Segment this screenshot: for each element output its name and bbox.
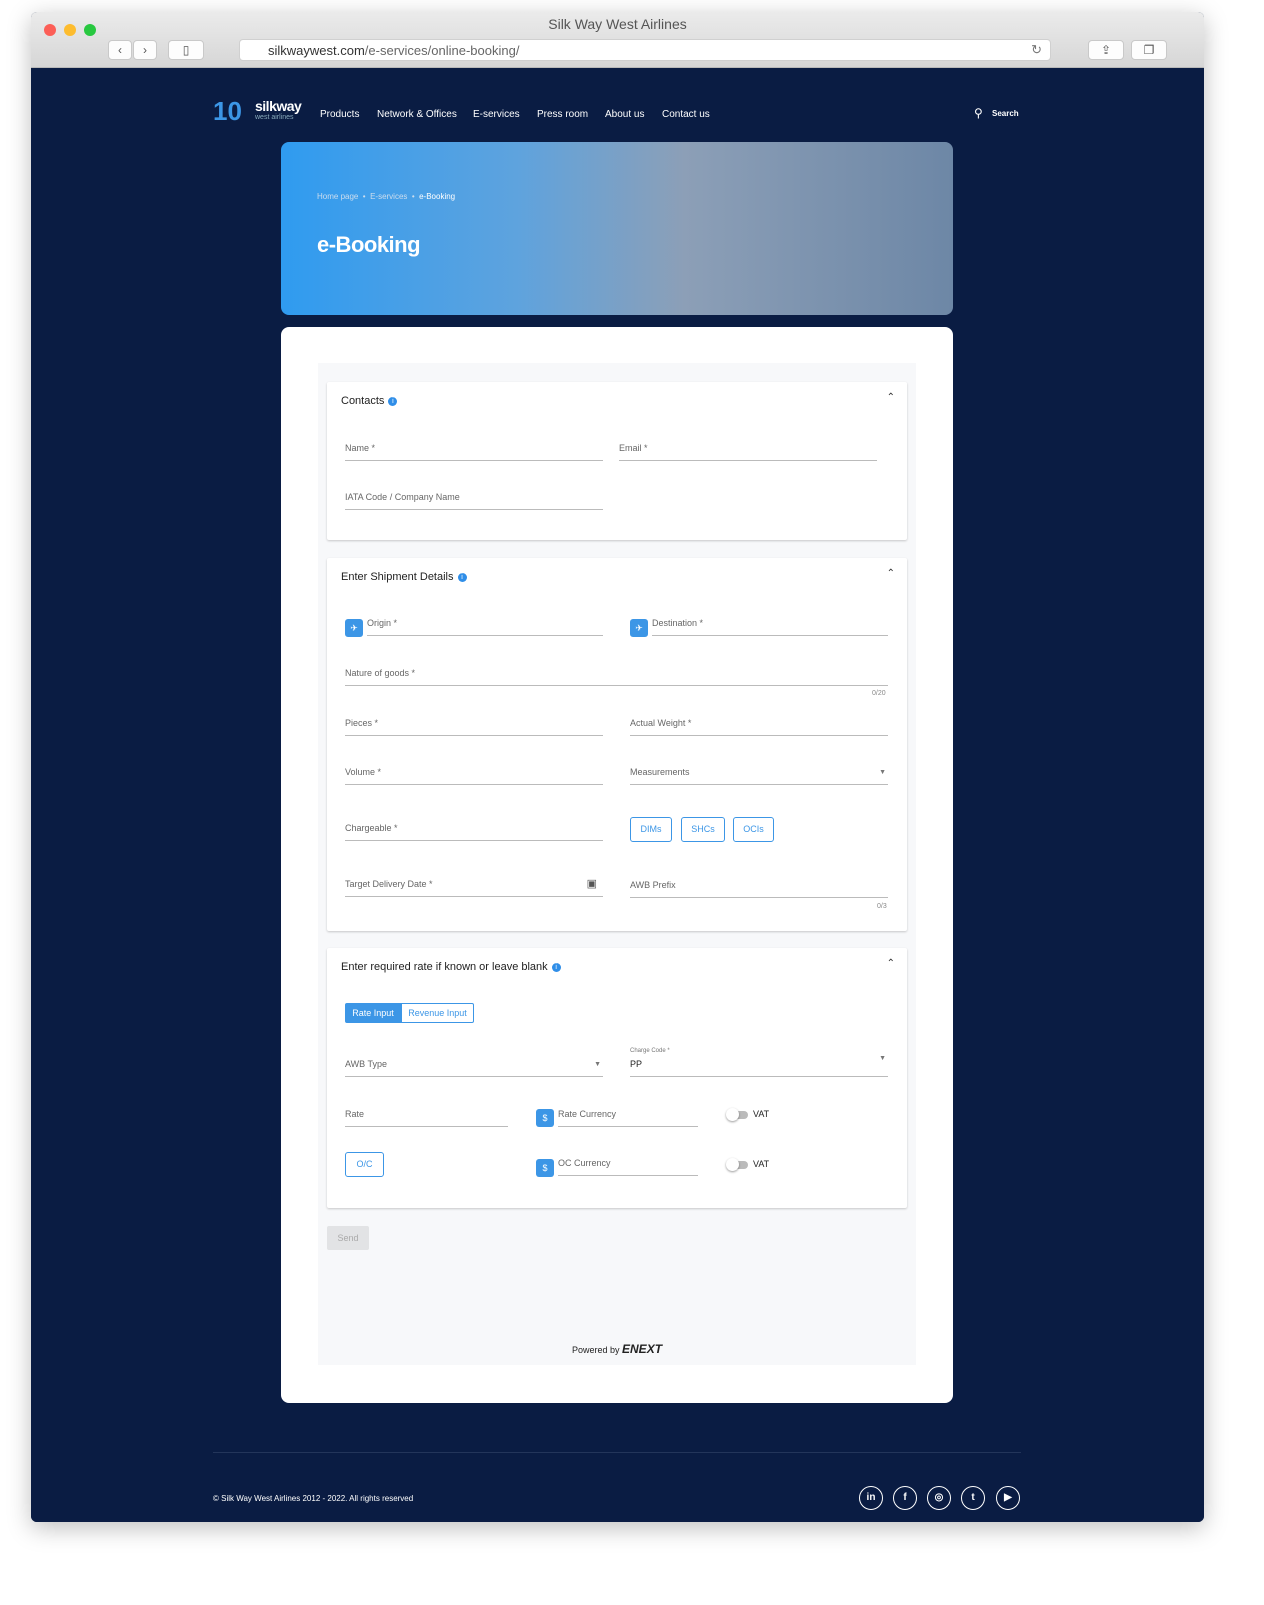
collapse-icon[interactable]: ⌃	[887, 392, 895, 403]
nav-contact-us[interactable]: Contact us	[662, 109, 710, 120]
logo[interactable]: 10 silkway west airlines	[213, 96, 303, 130]
enext-logo[interactable]: ENEXT	[622, 1342, 662, 1356]
facebook-icon[interactable]: f	[893, 1486, 917, 1510]
nav-products[interactable]: Products	[320, 109, 359, 120]
sidebar-icon[interactable]: ▯	[168, 40, 204, 60]
page-title: e-Booking	[317, 232, 421, 257]
browser-toolbar: Silk Way West Airlines ‹ › ▯ silkwaywest…	[31, 12, 1204, 68]
nav-network-offices[interactable]: Network & Offices	[377, 109, 457, 120]
collapse-icon[interactable]: ⌃	[887, 568, 895, 579]
nav-e-services[interactable]: E-services	[473, 109, 520, 120]
name-field[interactable]: Name *	[345, 443, 603, 461]
charge-code-value: PP	[630, 1059, 643, 1069]
breadcrumb-e-services[interactable]: E-services	[370, 192, 407, 201]
booking-card: Contacts i ⌃ Name * Email * IATA Code / C…	[281, 327, 953, 1403]
tab-rate-input[interactable]: Rate Input	[345, 1003, 401, 1023]
window-title: Silk Way West Airlines	[548, 16, 687, 32]
info-icon[interactable]: i	[551, 963, 561, 972]
volume-field[interactable]: Volume *	[345, 767, 603, 785]
dims-button[interactable]: DIMs	[630, 817, 672, 842]
email-field[interactable]: Email *	[619, 443, 877, 461]
youtube-icon[interactable]: ▶	[996, 1486, 1020, 1510]
vat-toggle[interactable]	[726, 1108, 748, 1121]
shcs-button[interactable]: SHCs	[681, 817, 725, 842]
plane-departure-icon: ✈	[345, 619, 363, 637]
charge-code-label: Charge Code *	[630, 1048, 670, 1054]
rate-section: Enter required rate if known or leave bl…	[327, 948, 907, 1208]
oc-vat-toggle[interactable]	[726, 1158, 748, 1171]
back-icon[interactable]: ‹	[108, 40, 132, 60]
iata-field[interactable]: IATA Code / Company Name	[345, 492, 603, 510]
section-title: Enter Shipment Details	[341, 571, 454, 583]
destination-field[interactable]: Destination *	[652, 618, 888, 636]
page: 10 silkway west airlines Products Networ…	[31, 68, 1204, 1522]
delivery-date-field[interactable]: Target Delivery Date * ▣	[345, 877, 603, 897]
caret-down-icon: ▼	[879, 769, 886, 776]
section-title: Enter required rate if known or leave bl…	[341, 961, 548, 973]
rate-field[interactable]: Rate	[345, 1109, 508, 1127]
nav-about-us[interactable]: About us	[605, 109, 644, 120]
plane-arrival-icon: ✈	[630, 619, 648, 637]
tabs-icon[interactable]: ❐	[1131, 40, 1167, 60]
awb-type-label: AWB Type	[345, 1059, 388, 1069]
instagram-icon[interactable]: ◎	[927, 1486, 951, 1510]
charge-code-select[interactable]: PP ▼	[630, 1055, 888, 1077]
measurements-select[interactable]: Measurements ▼	[630, 767, 888, 785]
shipment-section: Enter Shipment Details i ⌃ ✈ Origin * ✈ D…	[327, 558, 907, 931]
url-domain: silkwaywest.com	[268, 43, 365, 58]
caret-down-icon: ▼	[879, 1055, 886, 1062]
browser-window: Silk Way West Airlines ‹ › ▯ silkwaywest…	[31, 12, 1204, 1522]
caret-down-icon: ▼	[594, 1061, 601, 1068]
pieces-field[interactable]: Pieces *	[345, 718, 603, 736]
currency-icon: $	[536, 1159, 554, 1177]
nature-of-goods-field[interactable]: Nature of goods *	[345, 668, 888, 686]
tab-revenue-input[interactable]: Revenue Input	[401, 1003, 474, 1023]
currency-icon: $	[536, 1109, 554, 1127]
hero-banner: Home page • E-services • e-Booking e-Boo…	[281, 142, 953, 315]
awb-prefix-field[interactable]: AWB Prefix	[630, 880, 888, 898]
info-icon[interactable]: i	[457, 573, 467, 582]
awb-type-select[interactable]: AWB Type ▼	[345, 1059, 603, 1077]
collapse-icon[interactable]: ⌃	[887, 958, 895, 969]
logo-sub: west airlines	[255, 114, 294, 121]
section-title: Contacts i	[341, 395, 398, 407]
logo-years: 10	[213, 96, 242, 126]
breadcrumb: Home page • E-services • e-Booking	[317, 192, 456, 201]
awb-prefix-counter: 0/3	[877, 903, 887, 910]
breadcrumb-home[interactable]: Home page	[317, 192, 358, 201]
contacts-section: Contacts i ⌃ Name * Email * IATA Code / C…	[327, 382, 907, 540]
address-bar[interactable]: silkwaywest.com/e-services/online-bookin…	[239, 39, 1051, 61]
copyright: © Silk Way West Airlines 2012 - 2022. Al…	[213, 1494, 414, 1503]
nav-press-room[interactable]: Press room	[537, 109, 588, 120]
oc-vat-label: VAT	[753, 1159, 770, 1169]
oc-button[interactable]: O/C	[345, 1152, 384, 1177]
search-link[interactable]: Search	[992, 109, 1019, 118]
booking-form: Contacts i ⌃ Name * Email * IATA Code / C…	[318, 363, 916, 1365]
search-icon[interactable]: ⚲	[974, 106, 983, 120]
footer-divider	[213, 1452, 1021, 1453]
oc-currency-field[interactable]: OC Currency	[558, 1158, 698, 1176]
send-button[interactable]: Send	[327, 1226, 369, 1250]
breadcrumb-current: e-Booking	[419, 192, 456, 201]
ocis-button[interactable]: OCIs	[733, 817, 774, 842]
actual-weight-field[interactable]: Actual Weight *	[630, 718, 888, 736]
chargeable-field[interactable]: Chargeable *	[345, 823, 603, 841]
url-path: /e-services/online-booking/	[364, 43, 520, 58]
share-icon[interactable]: ⇪	[1088, 40, 1124, 60]
vat-label: VAT	[753, 1109, 770, 1119]
powered-by-label: Powered by	[571, 1345, 620, 1355]
forward-icon[interactable]: ›	[133, 40, 157, 60]
twitter-icon[interactable]: t	[961, 1486, 985, 1510]
measurements-label: Measurements	[630, 767, 690, 777]
rate-currency-field[interactable]: Rate Currency	[558, 1109, 698, 1127]
logo-text: silkway	[255, 98, 302, 114]
info-icon[interactable]: i	[388, 397, 398, 406]
linkedin-icon[interactable]: in	[859, 1486, 883, 1510]
calendar-icon[interactable]: ▣	[587, 877, 597, 890]
nature-counter: 0/20	[872, 690, 886, 697]
powered-by: Powered by ENEXT	[318, 1342, 916, 1356]
reload-icon[interactable]: ↻	[1031, 42, 1042, 58]
origin-field[interactable]: Origin *	[367, 618, 603, 636]
delivery-date-label: Target Delivery Date *	[345, 879, 433, 889]
